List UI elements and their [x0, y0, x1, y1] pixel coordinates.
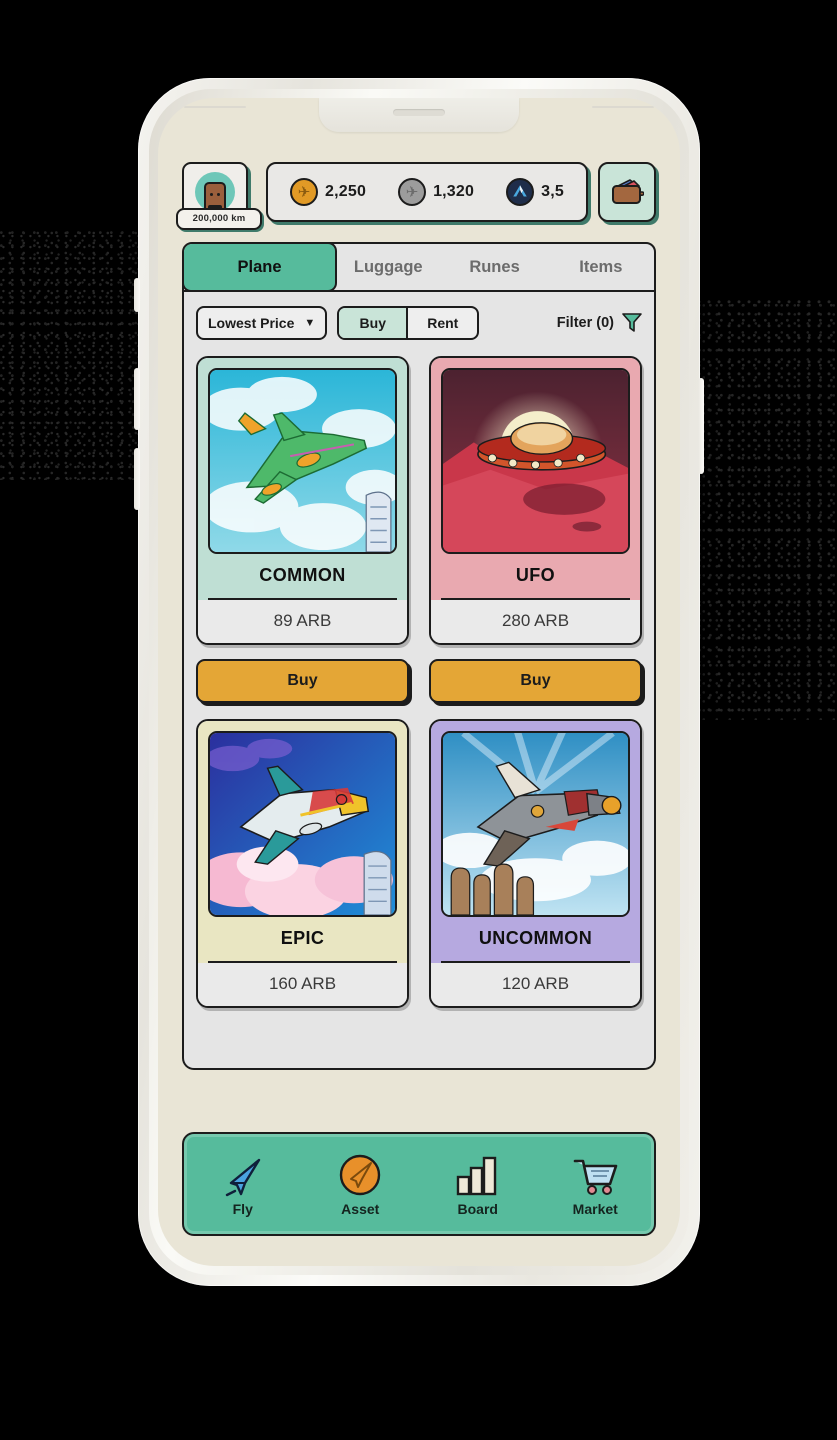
card-rarity: UNCOMMON	[441, 917, 630, 963]
stat-silver[interactable]: ✈ 1,320	[398, 178, 474, 206]
stat-gold[interactable]: ✈ 2,250	[290, 178, 366, 206]
tab-plane[interactable]: Plane	[184, 244, 338, 290]
wallet-button[interactable]	[598, 162, 656, 222]
nav-label-asset: Asset	[341, 1201, 380, 1217]
wallet-icon	[612, 179, 644, 204]
tab-luggage[interactable]: Luggage	[335, 244, 441, 290]
noise-texture-left	[0, 230, 150, 480]
distance-badge: 200,000 km	[176, 208, 262, 230]
card-rarity: EPIC	[208, 917, 397, 963]
notch	[319, 98, 519, 132]
power-button[interactable]	[698, 378, 704, 474]
avatar-group[interactable]: 200,000 km	[176, 162, 262, 230]
card-thumbnail-common	[208, 368, 397, 554]
item-card[interactable]: COMMON 89 ARB	[196, 356, 409, 645]
card-body: EPIC	[198, 721, 407, 963]
arbitrum-token-icon	[506, 178, 535, 206]
filter-label: Filter (0)	[556, 315, 614, 331]
tab-runes[interactable]: Runes	[441, 244, 547, 290]
bezel-line-left	[184, 106, 246, 108]
nav-item-board[interactable]: Board	[431, 1151, 525, 1217]
card-body: COMMON	[198, 358, 407, 600]
phone-frame: 200,000 km ✈ 2,250 ✈ 1,320 3,5 Plane Lug…	[134, 78, 704, 1286]
stat-arb-value: 3,5	[541, 183, 564, 200]
currency-bar: ✈ 2,250 ✈ 1,320 3,5	[266, 162, 588, 222]
bar-chart-icon	[455, 1151, 501, 1197]
volume-down-button[interactable]	[134, 448, 140, 510]
nav-item-fly[interactable]: Fly	[196, 1151, 290, 1217]
phone-bezel: 200,000 km ✈ 2,250 ✈ 1,320 3,5 Plane Lug…	[149, 89, 689, 1275]
card-body: UFO	[431, 358, 640, 600]
paper-plane-icon	[221, 1151, 265, 1197]
card-rarity: UFO	[441, 554, 630, 600]
bottom-navigation: Fly Asset Board Market	[182, 1132, 656, 1236]
chevron-down-icon: ▼	[304, 317, 316, 329]
stat-silver-value: 1,320	[433, 183, 475, 200]
nav-label-market: Market	[572, 1201, 618, 1217]
toggle-rent[interactable]: Rent	[408, 308, 477, 338]
card-body: UNCOMMON	[431, 721, 640, 963]
stat-arb[interactable]: 3,5	[506, 178, 564, 206]
card-price: 160 ARB	[198, 963, 407, 1006]
silver-plane-coin-icon: ✈	[398, 178, 427, 206]
card-thumbnail-uncommon	[441, 731, 630, 917]
stat-gold-value: 2,250	[325, 183, 367, 200]
funnel-icon[interactable]	[622, 312, 642, 334]
nav-item-asset[interactable]: Asset	[313, 1151, 407, 1217]
card-price: 120 ARB	[431, 963, 640, 1006]
filter-bar: Lowest Price ▼ Buy Rent Filter (0)	[196, 306, 642, 340]
avatar-circle	[195, 172, 235, 212]
earpiece-speaker-icon	[393, 109, 445, 116]
nav-label-fly: Fly	[232, 1201, 253, 1217]
filter-control[interactable]: Filter (0)	[557, 312, 642, 334]
volume-up-button[interactable]	[134, 368, 140, 430]
marketplace-panel: Lowest Price ▼ Buy Rent Filter (0) COMMO…	[182, 292, 656, 1070]
gold-plane-coin-icon: ✈	[290, 178, 318, 206]
buy-button-common[interactable]: Buy	[196, 659, 409, 703]
screenshot-stage: 200,000 km ✈ 2,250 ✈ 1,320 3,5 Plane Lug…	[0, 0, 837, 1440]
sort-select[interactable]: Lowest Price ▼	[196, 306, 328, 340]
buy-rent-toggle: Buy Rent	[337, 306, 480, 340]
sort-select-value: Lowest Price	[208, 315, 295, 331]
nav-label-board: Board	[457, 1201, 498, 1217]
tab-items[interactable]: Items	[548, 244, 654, 290]
item-card[interactable]: UFO 280 ARB	[429, 356, 642, 645]
app-root: 200,000 km ✈ 2,250 ✈ 1,320 3,5 Plane Lug…	[158, 132, 680, 1266]
card-rarity: COMMON	[208, 554, 397, 600]
phone-screen: 200,000 km ✈ 2,250 ✈ 1,320 3,5 Plane Lug…	[158, 98, 680, 1266]
mute-switch[interactable]	[134, 278, 140, 312]
category-tabs: Plane Luggage Runes Items	[182, 242, 656, 292]
buy-button-row: Buy Buy	[196, 659, 642, 703]
bezel-line-right	[592, 106, 654, 108]
card-thumbnail-epic	[208, 731, 397, 917]
card-grid-row-2: EPIC 160 ARB UNCOMMON 120 ARB	[196, 719, 642, 1008]
nav-item-market[interactable]: Market	[548, 1151, 642, 1217]
card-grid-row-1: COMMON 89 ARB UFO 280 ARB	[196, 356, 642, 645]
top-bar: 200,000 km ✈ 2,250 ✈ 1,320 3,5	[176, 162, 656, 230]
card-price: 280 ARB	[431, 600, 640, 643]
card-thumbnail-ufo	[441, 368, 630, 554]
item-card[interactable]: EPIC 160 ARB	[196, 719, 409, 1008]
card-price: 89 ARB	[198, 600, 407, 643]
buy-button-ufo[interactable]: Buy	[429, 659, 642, 703]
item-card[interactable]: UNCOMMON 120 ARB	[429, 719, 642, 1008]
toggle-buy[interactable]: Buy	[339, 308, 409, 338]
shopping-cart-icon	[571, 1151, 619, 1197]
gold-coin-plane-icon	[338, 1151, 382, 1197]
